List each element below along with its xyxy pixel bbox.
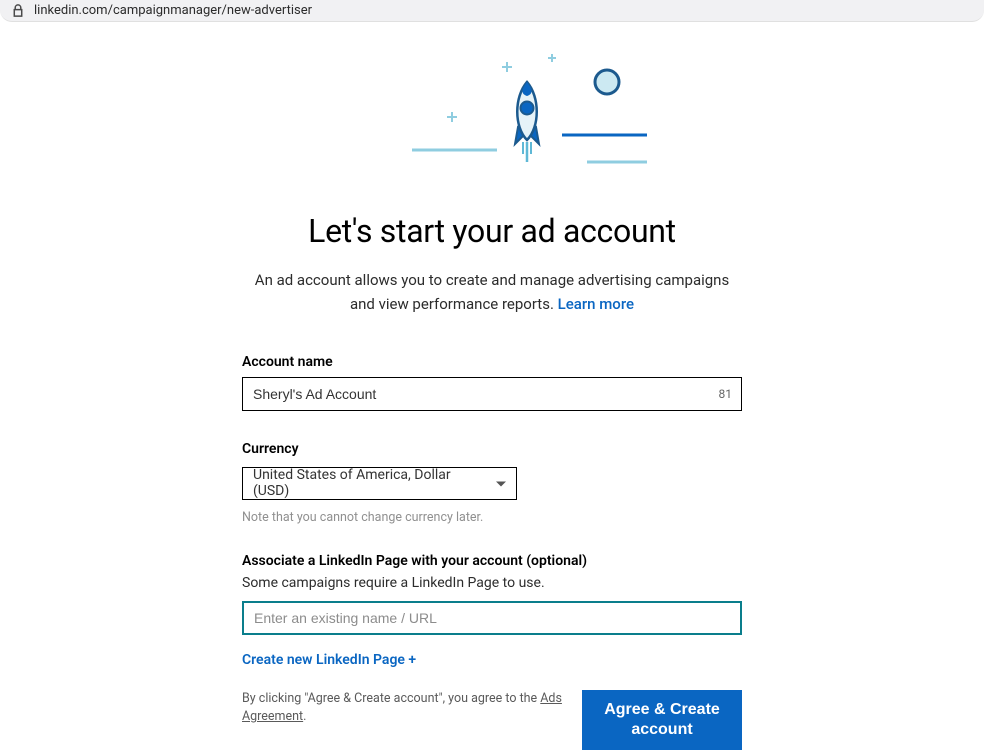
- main-content: Let's start your ad account An ad accoun…: [0, 22, 984, 750]
- associate-label: Associate a LinkedIn Page with your acco…: [242, 553, 742, 569]
- disclaimer-post: .: [303, 709, 306, 724]
- currency-label: Currency: [242, 441, 742, 457]
- associate-desc: Some campaigns require a LinkedIn Page t…: [242, 575, 742, 591]
- account-name-input[interactable]: [242, 377, 742, 411]
- disclaimer-pre: By clicking "Agree & Create account", yo…: [242, 691, 540, 706]
- currency-value: United States of America, Dollar (USD): [253, 467, 484, 499]
- currency-select[interactable]: United States of America, Dollar (USD): [242, 467, 517, 500]
- footer-row: By clicking "Agree & Create account", yo…: [242, 690, 742, 750]
- learn-more-link[interactable]: Learn more: [558, 295, 634, 313]
- lock-icon: [12, 4, 24, 17]
- char-count: 81: [719, 387, 733, 401]
- linkedin-page-input[interactable]: [242, 601, 742, 635]
- disclaimer: By clicking "Agree & Create account", yo…: [242, 690, 562, 728]
- account-name-label: Account name: [242, 354, 742, 370]
- subtitle-text: An ad account allows you to create and m…: [255, 271, 729, 313]
- page-title: Let's start your ad account: [308, 212, 676, 250]
- agree-create-button[interactable]: Agree & Create account: [582, 690, 742, 750]
- subtitle: An ad account allows you to create and m…: [242, 268, 742, 316]
- url-text: linkedin.com/campaignmanager/new-adverti…: [34, 3, 312, 18]
- rocket-illustration: [362, 52, 702, 182]
- form: Account name 81 Currency United States o…: [242, 354, 742, 750]
- currency-helper: Note that you cannot change currency lat…: [242, 510, 742, 525]
- browser-url-bar[interactable]: linkedin.com/campaignmanager/new-adverti…: [0, 0, 984, 22]
- create-linkedin-page-link[interactable]: Create new LinkedIn Page +: [242, 652, 416, 668]
